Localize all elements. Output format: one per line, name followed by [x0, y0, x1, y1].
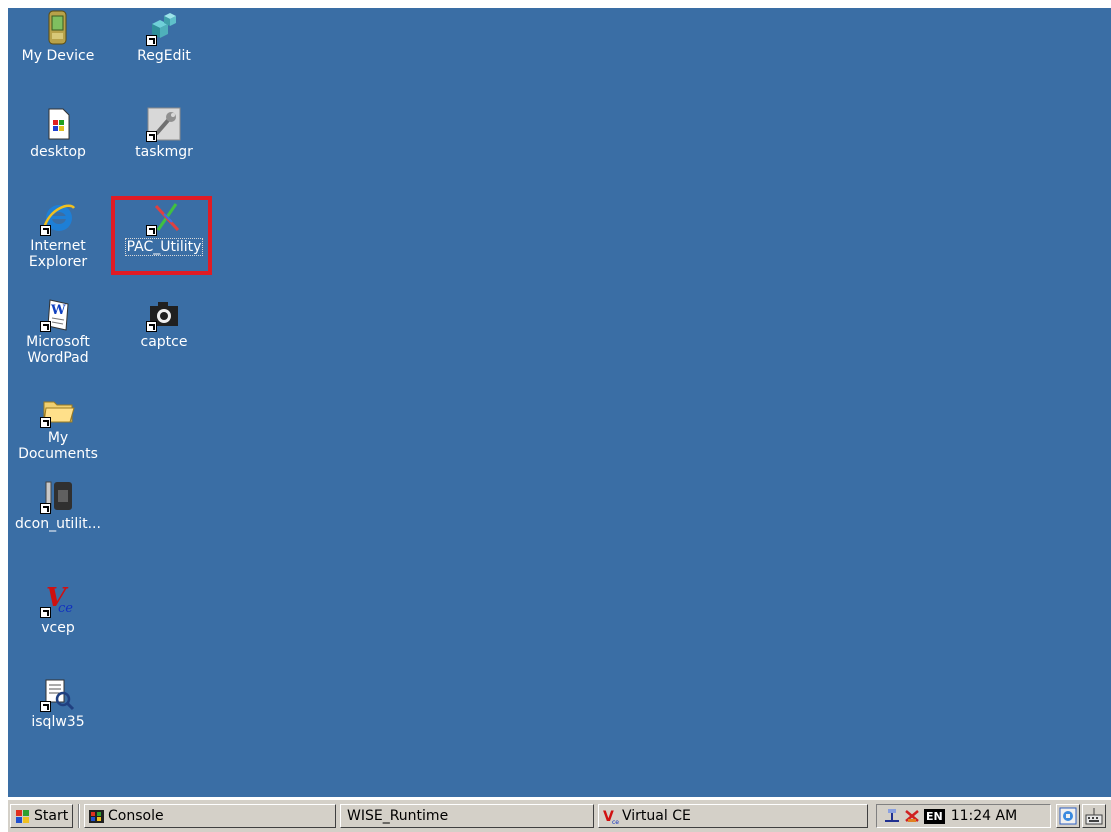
sql-query-icon [40, 676, 76, 712]
desktop-icon-wordpad[interactable]: W Microsoft WordPad [14, 296, 102, 366]
camera-icon [146, 296, 182, 332]
vce-logo-icon: V ce [40, 582, 76, 618]
shortcut-arrow-icon [40, 701, 51, 712]
icon-label: desktop [30, 144, 86, 160]
shortcut-arrow-icon [146, 321, 157, 332]
desktop-icon-my-documents[interactable]: My Documents [14, 392, 102, 462]
desktop-icon-desktop[interactable]: desktop [14, 106, 102, 160]
icon-label: captce [140, 334, 188, 350]
icon-label: My Documents [18, 430, 98, 462]
desktop-icon-isqlw35[interactable]: isqlw35 [14, 676, 102, 730]
registry-cubes-icon [146, 10, 182, 46]
svg-text:ce: ce [58, 601, 73, 616]
task-virtual-ce[interactable]: V ce Virtual CE [598, 804, 868, 828]
task-wise-runtime[interactable]: WISE_Runtime [340, 804, 594, 828]
svg-text:ce: ce [612, 819, 619, 825]
desktop-icon [1059, 807, 1077, 825]
windows-flag-icon [16, 809, 29, 823]
keyboard-button[interactable] [1082, 804, 1106, 828]
task-label: Virtual CE [622, 808, 691, 824]
desktop-background[interactable]: My Device RegEdit desktop taskmgr Intern… [8, 8, 1111, 797]
clock[interactable]: 11:24 AM [951, 808, 1017, 824]
task-label: Console [108, 808, 164, 824]
desktop-icon-pac-utility[interactable]: PAC_Utility [120, 200, 208, 256]
wrench-icon [146, 106, 182, 142]
shortcut-arrow-icon [146, 35, 157, 46]
pda-device-icon [40, 10, 76, 46]
desktop-icon-vcep[interactable]: V ce vcep [14, 582, 102, 636]
pac-utility-icon [146, 200, 182, 236]
windows-document-icon [40, 106, 76, 142]
shortcut-arrow-icon [40, 503, 51, 514]
network-icon[interactable] [883, 808, 901, 824]
internet-explorer-icon [40, 200, 76, 236]
icon-label: Microsoft WordPad [26, 334, 90, 366]
desktop-icon-dcon-utility[interactable]: dcon_utilit... [8, 478, 114, 532]
console-app-icon [89, 809, 104, 823]
desktop-icon-my-device[interactable]: My Device [14, 10, 102, 64]
icon-label: taskmgr [135, 144, 193, 160]
start-label: Start [34, 808, 69, 824]
disconnected-icon[interactable] [903, 808, 921, 824]
shortcut-arrow-icon [40, 607, 51, 618]
shortcut-arrow-icon [40, 225, 51, 236]
icon-label: vcep [41, 620, 75, 636]
icon-label: dcon_utilit... [15, 516, 101, 532]
icon-label: PAC_Utility [124, 238, 204, 256]
input-language-indicator[interactable]: EN [924, 808, 945, 824]
desktop-icon-captce[interactable]: captce [120, 296, 208, 350]
taskbar: Start Console WISE_Runtime V ce Virtual … [8, 799, 1111, 832]
svg-text:W: W [50, 303, 66, 318]
icon-label: RegEdit [137, 48, 191, 64]
icon-label: My Device [21, 48, 95, 64]
desktop-icon-internet-explorer[interactable]: Internet Explorer [14, 200, 102, 270]
task-console[interactable]: Console [84, 804, 336, 828]
icon-label: Internet Explorer [28, 238, 88, 270]
system-tray: EN 11:24 AM [876, 804, 1051, 828]
keyboard-icon [1085, 808, 1103, 825]
wordpad-icon: W [40, 296, 76, 332]
task-label: WISE_Runtime [347, 808, 449, 824]
shortcut-arrow-icon [40, 417, 51, 428]
start-button[interactable]: Start [10, 804, 73, 828]
shortcut-arrow-icon [146, 225, 157, 236]
taskbar-separator [78, 804, 80, 828]
folder-icon [40, 392, 76, 428]
desktop-switch-button[interactable] [1056, 804, 1080, 828]
shortcut-arrow-icon [146, 131, 157, 142]
dcon-module-icon [40, 478, 76, 514]
icon-label: isqlw35 [31, 714, 85, 730]
vce-small-icon: V ce [603, 809, 619, 825]
desktop-icon-regedit[interactable]: RegEdit [120, 10, 208, 64]
shortcut-arrow-icon [40, 321, 51, 332]
desktop-icon-taskmgr[interactable]: taskmgr [120, 106, 208, 160]
